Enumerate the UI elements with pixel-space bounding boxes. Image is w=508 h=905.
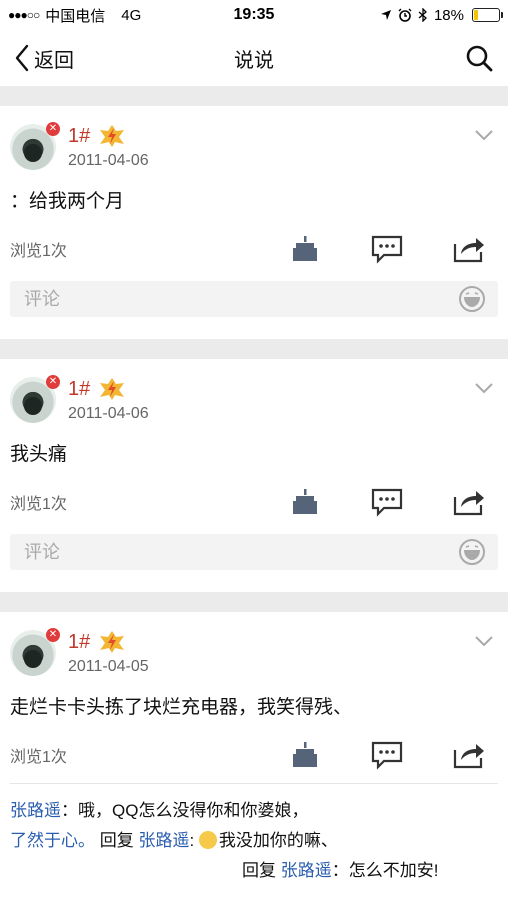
comment-box (10, 534, 498, 570)
battery-percent: 18% (433, 6, 464, 24)
reply-text: ：哦，QQ怎么没得你和你婆娘， (61, 801, 309, 820)
status-bar: ●●●○○ 中国电信 4G 19:35 18% (0, 0, 508, 30)
network-label: 4G (121, 6, 142, 24)
post-header: ✕ 1# 2011-04-06 (10, 106, 498, 170)
page-title: 说说 (234, 49, 274, 72)
search-icon[interactable] (464, 43, 494, 73)
name-row: 1# (68, 630, 149, 654)
reply-author[interactable]: 了然于心。 (10, 831, 95, 850)
share-icon[interactable] (452, 234, 486, 264)
feed-post: ✕ 1# 2011-04-06 我头痛 浏览1次 (0, 359, 508, 570)
cake-icon[interactable] (288, 234, 322, 264)
share-icon[interactable] (452, 487, 486, 517)
feed-post: ✕ 1# 2011-04-05 走烂卡卡头拣了块烂充电器，我笑得残、 浏览1次 (0, 612, 508, 886)
post-header: ✕ 1# 2011-04-06 (10, 359, 498, 423)
chevron-down-icon[interactable] (474, 634, 494, 648)
comment-icon[interactable] (370, 740, 404, 770)
reply-line: 张路遥：哦，QQ怎么没得你和你婆娘， (10, 796, 498, 826)
cake-icon[interactable] (288, 487, 322, 517)
emoji-icon[interactable] (458, 538, 486, 566)
post-date: 2011-04-06 (68, 152, 149, 169)
post-actions: 浏览1次 (10, 474, 498, 530)
emoji-face-icon (198, 831, 217, 849)
bluetooth-icon (418, 8, 427, 22)
back-button[interactable]: 返回 (14, 44, 74, 73)
post-actions: 浏览1次 (10, 727, 498, 783)
section-divider (0, 86, 508, 106)
comment-icon[interactable] (370, 234, 404, 264)
vip-badge-icon (100, 378, 125, 400)
nav-bar: 返回 说说 (0, 30, 508, 86)
status-right: 18% (380, 6, 503, 24)
reply-line: 回复 张路遥：怎么不加安! (10, 856, 498, 886)
emoji-icon[interactable] (458, 285, 486, 313)
action-icons (288, 740, 486, 770)
comment-input[interactable] (22, 287, 458, 311)
vip-badge-icon (100, 631, 125, 653)
post-date: 2011-04-05 (68, 658, 149, 675)
view-count: 浏览1次 (10, 243, 67, 260)
reply-word: 回复 (242, 861, 276, 880)
reply-author[interactable]: 张路遥 (10, 801, 61, 820)
location-icon (380, 10, 391, 20)
post-header: ✕ 1# 2011-04-05 (10, 612, 498, 676)
name-row: 1# (68, 124, 149, 148)
action-icons (288, 487, 486, 517)
reply-thread: 张路遥：哦，QQ怎么没得你和你婆娘， 了然于心。 回复 张路遥: 我没加你的嘛、… (10, 783, 498, 886)
avatar-container[interactable]: ✕ (10, 628, 60, 676)
comment-input[interactable] (22, 540, 458, 564)
reply-text: ：怎么不加安! (331, 861, 439, 880)
post-text: ：给我两个月 (10, 191, 125, 212)
post-text: 我头痛 (10, 444, 68, 465)
share-icon[interactable] (452, 740, 486, 770)
action-icons (288, 234, 486, 264)
page: ●●●○○ 中国电信 4G 19:35 18% 返回 说说 ✕ 1# 2011-… (0, 0, 508, 905)
comment-icon[interactable] (370, 487, 404, 517)
post-date: 2011-04-06 (68, 405, 149, 422)
post-text: 走烂卡卡头拣了块烂充电器，我笑得残、 (10, 697, 353, 718)
feed-post: ✕ 1# 2011-04-06 ：给我两个月 浏览1次 (0, 106, 508, 317)
chevron-left-icon (15, 44, 29, 72)
reply-target[interactable]: 张路遥 (281, 861, 332, 880)
chevron-down-icon[interactable] (474, 128, 494, 142)
chevron-down-icon[interactable] (474, 381, 494, 395)
username[interactable]: 1# (68, 125, 90, 148)
username[interactable]: 1# (68, 631, 90, 654)
post-meta: 1# 2011-04-06 (68, 124, 149, 170)
name-row: 1# (68, 377, 149, 401)
section-divider (0, 339, 508, 359)
battery-fill (474, 10, 478, 20)
avatar-container[interactable]: ✕ (10, 375, 60, 423)
back-label: 返回 (34, 49, 74, 72)
username[interactable]: 1# (68, 378, 90, 401)
avatar-container[interactable]: ✕ (10, 122, 60, 170)
reply-word: 回复 (99, 831, 134, 850)
section-divider (0, 592, 508, 612)
close-badge-icon: ✕ (46, 628, 60, 642)
post-meta: 1# 2011-04-05 (68, 630, 149, 676)
status-left: ●●●○○ 中国电信 4G (8, 5, 141, 26)
reply-text: 我没加你的嘛、 (218, 831, 338, 850)
view-count: 浏览1次 (10, 749, 67, 766)
view-count: 浏览1次 (10, 496, 67, 513)
reply-line: 了然于心。 回复 张路遥: 我没加你的嘛、 (10, 831, 338, 850)
carrier-label: 中国电信 (45, 7, 106, 25)
comment-box (10, 281, 498, 317)
cake-icon[interactable] (288, 740, 322, 770)
post-meta: 1# 2011-04-06 (68, 377, 149, 423)
battery-icon (472, 8, 503, 22)
close-badge-icon: ✕ (46, 122, 60, 136)
vip-badge-icon (100, 125, 125, 147)
post-actions: 浏览1次 (10, 221, 498, 277)
reply-target[interactable]: 张路遥 (138, 831, 189, 850)
close-badge-icon: ✕ (46, 375, 60, 389)
signal-indicator: ●●●○○ (8, 8, 40, 22)
alarm-icon (398, 8, 412, 22)
